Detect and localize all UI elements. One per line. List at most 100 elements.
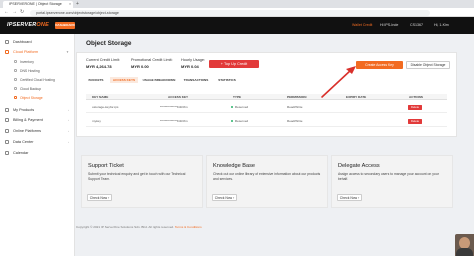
support-ticket-check-now-button[interactable]: Check Now › [87, 194, 112, 201]
presenter-avatar [455, 234, 474, 256]
sidebar-subitem-label: Inventory [20, 60, 34, 64]
sidebar-item-calendar[interactable]: Calendar [5, 150, 71, 157]
browser-address-bar: ← → ↻ portal.ipserverone.com/objectstora… [0, 8, 474, 17]
create-access-key-button[interactable]: Create Access Key [356, 61, 403, 69]
sidebar-item-billing[interactable]: Billing & Payment › [5, 117, 71, 124]
chevron-down-icon: ▼ [66, 50, 69, 54]
sidebar-subitem-certified-cloud[interactable]: Certified Cloud Hosting [14, 77, 72, 84]
footer: Copyright © 2021 IP ServerOne Solutions … [76, 225, 202, 229]
account-menu[interactable]: Hi, 1-Kim [434, 22, 449, 29]
sidebar-item-label: My Products [13, 108, 35, 112]
permission-cell: Read/Write [287, 119, 303, 123]
inventory-icon [14, 60, 17, 64]
table-row: ostorage-keyfor-ips **************Kt1h8m… [86, 101, 447, 113]
delegate-access-card: Delegate Access Assign access to seconda… [331, 155, 453, 208]
forward-icon[interactable]: → [12, 8, 17, 17]
avatar-body [456, 248, 473, 256]
support-ticket-card: Support Ticket Submit your technical enq… [81, 155, 203, 208]
card-description: Submit your technical enquiry and get in… [88, 172, 186, 181]
check-now-label: Check Now [89, 196, 108, 200]
tab-statistics[interactable]: STATISTICS [215, 77, 239, 83]
sidebar-subitem-dns-hosting[interactable]: DNS Hosting [14, 68, 72, 75]
dashboard-icon [5, 39, 9, 44]
sidebar-subitem-object-storage[interactable]: Object Storage [14, 95, 72, 102]
browser-tab[interactable]: IPSERVERONE | Object Storage × [3, 1, 73, 8]
current-credit-value: MYR 4,264.78 [86, 64, 112, 69]
hourly-usage-value: MYR 0.04 [181, 64, 199, 69]
url-input[interactable]: portal.ipserverone.com/objectstorage/obj… [30, 9, 430, 16]
check-now-label: Check Now [339, 196, 358, 200]
column-header: KEY NAME [92, 95, 109, 99]
permission-cell: Read/Write [287, 105, 303, 109]
customer-id: CS1367 [410, 23, 423, 27]
key-name-cell: mykey [92, 119, 101, 123]
sidebar-subitem-inventory[interactable]: Inventory [14, 59, 72, 66]
card-title: Delegate Access [338, 163, 380, 169]
back-icon[interactable]: ← [4, 8, 9, 17]
dashboard-button[interactable]: DASHBOARD [55, 22, 75, 29]
delete-button[interactable]: Delete [408, 104, 422, 110]
sidebar-item-data-center[interactable]: Data Center › [5, 139, 71, 146]
sidebar: Dashboard Cloud Platform ▼ Inventory DNS … [0, 34, 75, 256]
hourly-usage-label: Hourly Usage: [181, 58, 206, 62]
table-row: mykey **************Kt1h8m Reserved Read… [86, 115, 447, 127]
server-icon [5, 139, 9, 144]
knowledge-base-check-now-button[interactable]: Check Now › [212, 194, 237, 201]
chevron-right-icon: › [68, 118, 69, 122]
column-header: EXPIRY DATE [346, 95, 367, 99]
key-name-cell: ostorage-keyfor-ips [92, 105, 119, 109]
column-header: PERMISSION [287, 95, 307, 99]
sidebar-item-online-platforms[interactable]: Online Platforms › [5, 128, 71, 135]
chevron-right-icon: › [68, 108, 69, 112]
promo-credit-value: MYR 0.00 [131, 64, 149, 69]
type-cell: Reserved [231, 115, 248, 127]
footer-copyright: Copyright © 2021 IP ServerOne Solutions … [76, 225, 175, 229]
disable-object-storage-button[interactable]: Disable Object Storage [406, 61, 450, 69]
chevron-right-icon: › [358, 196, 360, 200]
check-now-label: Check Now [214, 196, 233, 200]
top-up-credit-label: Top Up Credit [224, 62, 248, 66]
app-header: IPSERVERONE DASHBOARD Wallet Credit Hi I… [0, 17, 474, 34]
wallet-credit-link[interactable]: Wallet Credit [352, 22, 372, 29]
card-description: Assign access to secondary users to mana… [338, 172, 439, 181]
promo-credit-label: Promotional Credit Limit: [131, 58, 173, 62]
new-tab-button[interactable]: + [76, 1, 79, 8]
column-header: ACCESS KEY [168, 95, 189, 99]
tab-usage-breakdown[interactable]: USAGE BREAKDOWN [141, 77, 177, 83]
sidebar-item-label: Data Center [13, 140, 34, 144]
sidebar-subitem-label: Cloud Backup [20, 87, 42, 91]
tab-buckets[interactable]: BUCKETS [85, 77, 107, 83]
tab-transactions[interactable]: TRANSACTIONS [181, 77, 211, 83]
chevron-right-icon: › [233, 196, 235, 200]
dns-icon [14, 69, 17, 73]
sidebar-item-my-products[interactable]: My Products › [5, 107, 71, 114]
brand-logo[interactable]: IPSERVERONE [7, 22, 49, 28]
browser-tab-bar: IPSERVERONE | Object Storage × + [0, 0, 474, 8]
tab-access-keys[interactable]: ACCESS KEYS [110, 77, 138, 83]
user-name[interactable]: Hi IPS-Inde [380, 22, 398, 29]
wallet-icon [5, 117, 9, 122]
reload-icon[interactable]: ↻ [20, 8, 24, 17]
chevron-right-icon: › [68, 140, 69, 144]
sidebar-item-dashboard[interactable]: Dashboard [5, 39, 71, 46]
calendar-icon [5, 150, 9, 155]
delegate-access-check-now-button[interactable]: Check Now › [337, 194, 362, 201]
sidebar-item-cloud-platform[interactable]: Cloud Platform ▼ [5, 49, 71, 56]
sidebar-item-label: Dashboard [13, 40, 32, 44]
delete-button[interactable]: Delete [408, 118, 422, 124]
chevron-right-icon: › [108, 196, 110, 200]
logo-text: IPSERVER [7, 22, 37, 28]
card-description: Check out our online library of extensiv… [213, 172, 321, 181]
top-up-credit-button[interactable]: + Top Up Credit [209, 60, 259, 68]
box-icon [5, 107, 9, 112]
card-title: Knowledge Base [213, 163, 255, 169]
access-key-cell: **************Kt1h8m [160, 119, 188, 123]
backup-icon [14, 87, 17, 91]
sidebar-item-label: Cloud Platform [13, 50, 39, 54]
sidebar-subitem-cloud-backup[interactable]: Cloud Backup [14, 86, 72, 93]
sidebar-subitem-label: Object Storage [20, 96, 43, 100]
close-icon[interactable]: × [69, 1, 71, 8]
sidebar-item-label: Online Platforms [13, 129, 42, 133]
terms-link[interactable]: Terms & Conditions [175, 225, 202, 229]
storage-icon [14, 96, 17, 100]
